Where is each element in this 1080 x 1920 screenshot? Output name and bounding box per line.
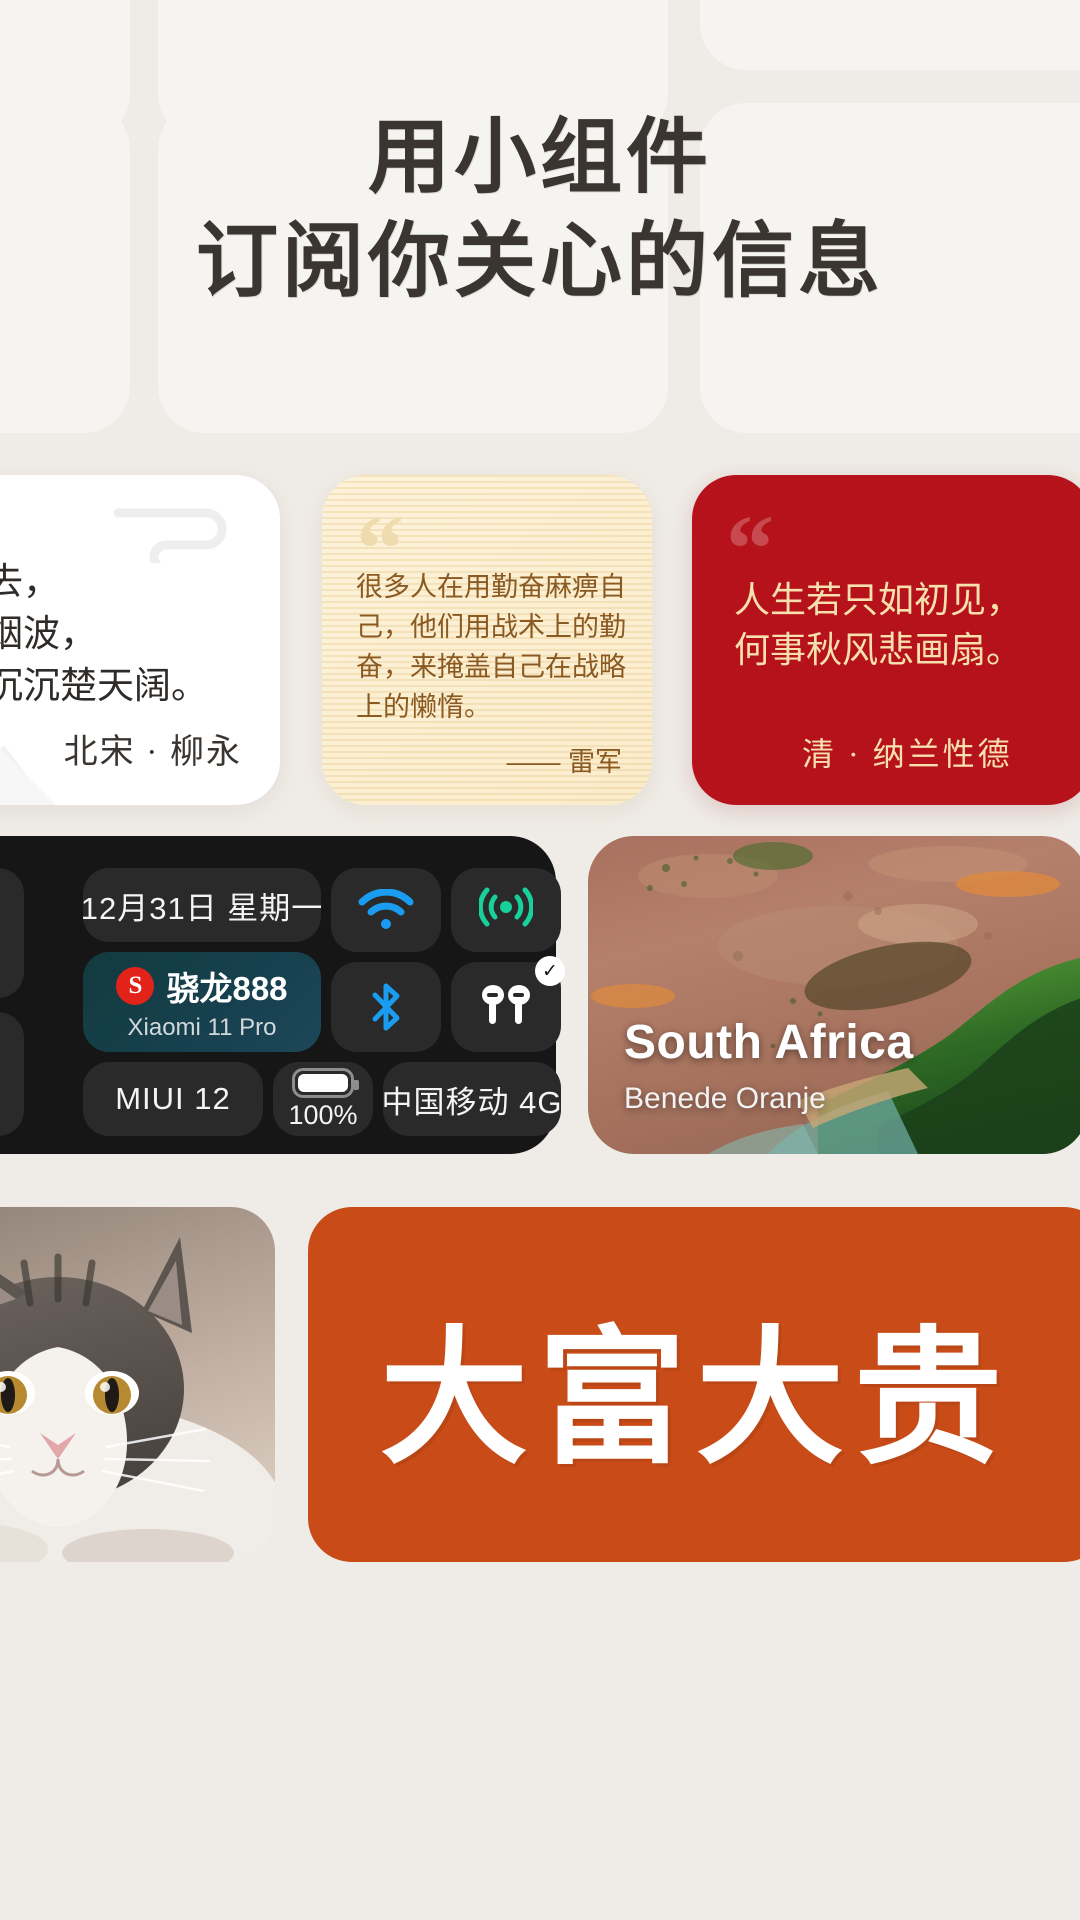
tile-clipped-top[interactable]: 间 xyxy=(0,868,24,998)
phone-model-label: Xiaomi 11 Pro xyxy=(127,1014,277,1041)
hero-title-line-2: 订阅你关心的信息 xyxy=(195,216,884,307)
battery-percent-label: 100% xyxy=(288,1099,358,1130)
cloud-decoration-icon xyxy=(114,508,227,563)
map-subtitle: Benede Oranje xyxy=(624,1082,826,1115)
device-and-map-row: 间 小时 12月31日 星期一 S 骁龙888 Xiaomi 11 Pro MI… xyxy=(0,822,1080,1192)
earbuds-icon xyxy=(482,985,530,1024)
quote-body-text: 人生若只如初见， 何事秋风悲画扇。 xyxy=(734,575,1080,675)
tile-wifi[interactable] xyxy=(331,868,441,952)
quote-line-1: 人生若只如初见， xyxy=(734,580,1023,620)
tile-chipset[interactable]: S 骁龙888 Xiaomi 11 Pro xyxy=(83,952,321,1052)
tile-clipped-bottom[interactable]: 小时 xyxy=(0,1012,24,1136)
fortune-text: 大富大贵 xyxy=(380,1318,1012,1482)
quote-widget-red[interactable]: “ 人生若只如初见， 何事秋风悲画扇。 清 · 纳兰性德 xyxy=(692,475,1080,805)
chipset-name-row: S 骁龙888 xyxy=(116,962,288,1010)
tile-earbuds[interactable]: ✓ xyxy=(451,956,565,1052)
bottom-row: 大富大贵 xyxy=(0,1192,1080,1920)
quote-widget-yellow[interactable]: “ 很多人在用勤奋麻痹自己，他们用战术上的勤奋，来掩盖自己在战略上的懒惰。 ——… xyxy=(322,475,652,805)
tile-bluetooth[interactable] xyxy=(331,962,441,1052)
map-title: South Africa xyxy=(624,1016,914,1069)
poem-author: 北宋 · 柳永 xyxy=(63,734,242,771)
map-widget-card[interactable]: South Africa Benede Oranje xyxy=(588,836,1080,1154)
cat-photo-widget[interactable] xyxy=(0,1207,275,1562)
earbuds-connected-badge: ✓ xyxy=(535,956,565,986)
tile-system-version[interactable]: MIUI 12 xyxy=(83,1062,263,1136)
quote-body-text: 很多人在用勤奋麻痹自己，他们用战术上的勤奋，来掩盖自己在战略上的懒惰。 xyxy=(356,572,626,722)
bluetooth-icon xyxy=(372,983,400,1031)
quote-cards-row: 念去去， 千里烟波， 暮霭沉沉楚天阔。 北宋 · 柳永 “ 很多人在用勤奋麻痹自… xyxy=(0,440,1080,822)
cat-photo-image xyxy=(0,1207,275,1562)
carrier-label: 中国移动 4G xyxy=(381,1084,563,1120)
snapdragon-logo-icon: S xyxy=(116,967,155,1005)
quote-author: 清 · 纳兰性德 xyxy=(802,736,1013,772)
hero-title-line-1: 用小组件 xyxy=(367,112,712,203)
fortune-widget-card[interactable]: 大富大贵 xyxy=(308,1207,1080,1562)
ghost-card xyxy=(700,0,1080,70)
poem-text: 念去去， 千里烟波， 暮霭沉沉楚天阔。 xyxy=(0,562,208,707)
quote-line-2: 何事秋风悲画扇。 xyxy=(734,630,1023,670)
tile-date[interactable]: 12月31日 星期一 xyxy=(80,868,324,942)
tile-carrier[interactable]: 中国移动 4G xyxy=(381,1062,563,1136)
poem-widget-card[interactable]: 念去去， 千里烟波， 暮霭沉沉楚天阔。 北宋 · 柳永 xyxy=(0,475,280,805)
battery-icon xyxy=(292,1067,359,1098)
system-version-label: MIUI 12 xyxy=(115,1081,231,1116)
tile-battery[interactable]: 100% xyxy=(273,1062,373,1136)
quote-author: —— 雷军 xyxy=(506,747,622,777)
device-info-widget[interactable]: 间 小时 12月31日 星期一 S 骁龙888 Xiaomi 11 Pro MI… xyxy=(0,836,565,1154)
date-label: 12月31日 星期一 xyxy=(80,890,324,926)
hero-title: 用小组件 订阅你关心的信息 xyxy=(0,110,1080,310)
battery-fill xyxy=(298,1073,348,1092)
chipset-name: 骁龙888 xyxy=(166,970,288,1007)
tile-cellular-signal[interactable] xyxy=(451,868,561,952)
wifi-icon xyxy=(358,889,414,929)
cellular-signal-icon xyxy=(479,887,533,927)
